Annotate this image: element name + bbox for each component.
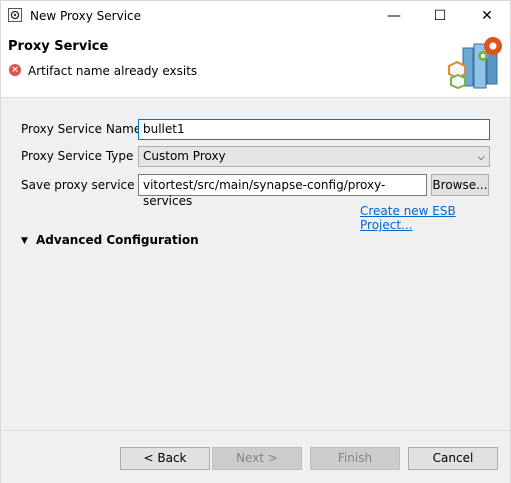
proxy-service-name-label: Proxy Service Name [21,122,142,136]
advanced-configuration-toggle[interactable]: Advanced Configuration [36,233,199,247]
close-button[interactable]: ✕ [464,1,510,31]
chevron-down-icon: ⌵ [477,152,485,163]
finish-button[interactable]: Finish [310,447,400,470]
proxy-service-name-input[interactable]: bullet1 [138,119,490,140]
page-title: Proxy Service [8,39,109,54]
minimize-button[interactable]: — [371,1,417,31]
expand-triangle-icon[interactable]: ▼ [21,236,28,246]
title-bar[interactable]: New Proxy Service — ☐ ✕ [1,1,510,31]
browse-button[interactable]: Browse... [431,174,489,196]
proxy-service-type-label: Proxy Service Type [21,149,134,163]
create-esb-project-link[interactable]: Create new ESB Project... [360,204,510,232]
error-circle-icon: × [9,64,21,76]
wizard-header: Proxy Service × Artifact name already ex… [1,31,510,98]
next-button[interactable]: Next > [212,447,302,470]
dialog-window: New Proxy Service — ☐ ✕ Proxy Service × … [0,0,511,483]
window-title: New Proxy Service [30,9,142,23]
esb-wizard-graphic-icon [448,37,502,90]
cancel-button[interactable]: Cancel [408,447,498,470]
maximize-button[interactable]: ☐ [417,1,463,31]
proxy-service-type-select[interactable]: Custom Proxy ⌵ [138,146,490,167]
back-button[interactable]: < Back [120,447,210,470]
error-message: Artifact name already exsits [28,64,198,78]
save-location-field[interactable]: vitortest/src/main/synapse-config/proxy-… [138,174,427,208]
proxy-service-type-value: Custom Proxy [143,149,226,163]
save-location-label: Save proxy service in: [21,178,154,192]
gear-window-icon [8,8,22,22]
